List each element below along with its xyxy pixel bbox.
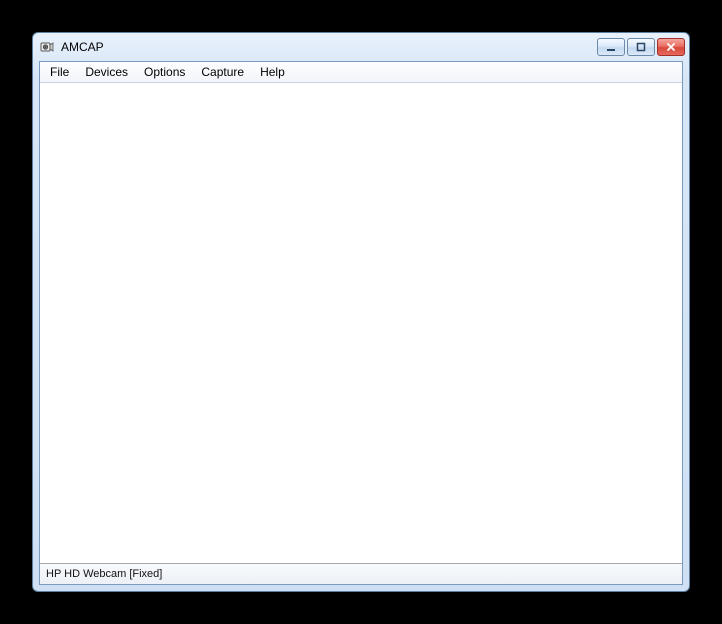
close-button[interactable] [657, 38, 685, 56]
app-icon [39, 39, 55, 55]
minimize-button[interactable] [597, 38, 625, 56]
maximize-button[interactable] [627, 38, 655, 56]
client-area: File Devices Options Capture Help HP HD … [39, 61, 683, 585]
status-text: HP HD Webcam [Fixed] [46, 568, 162, 580]
window-title: AMCAP [61, 40, 597, 54]
statusbar: HP HD Webcam [Fixed] [40, 563, 682, 584]
menubar: File Devices Options Capture Help [40, 62, 682, 83]
maximize-icon [636, 42, 646, 52]
menu-help[interactable]: Help [252, 63, 293, 81]
close-icon [666, 42, 676, 52]
menu-options[interactable]: Options [136, 63, 193, 81]
titlebar[interactable]: AMCAP [33, 33, 689, 61]
app-window: AMCAP File Devices Options [32, 32, 690, 592]
menu-devices[interactable]: Devices [77, 63, 136, 81]
video-preview-area [40, 83, 682, 563]
menu-file[interactable]: File [42, 63, 77, 81]
window-controls [597, 38, 685, 56]
minimize-icon [606, 42, 616, 52]
menu-capture[interactable]: Capture [193, 63, 252, 81]
